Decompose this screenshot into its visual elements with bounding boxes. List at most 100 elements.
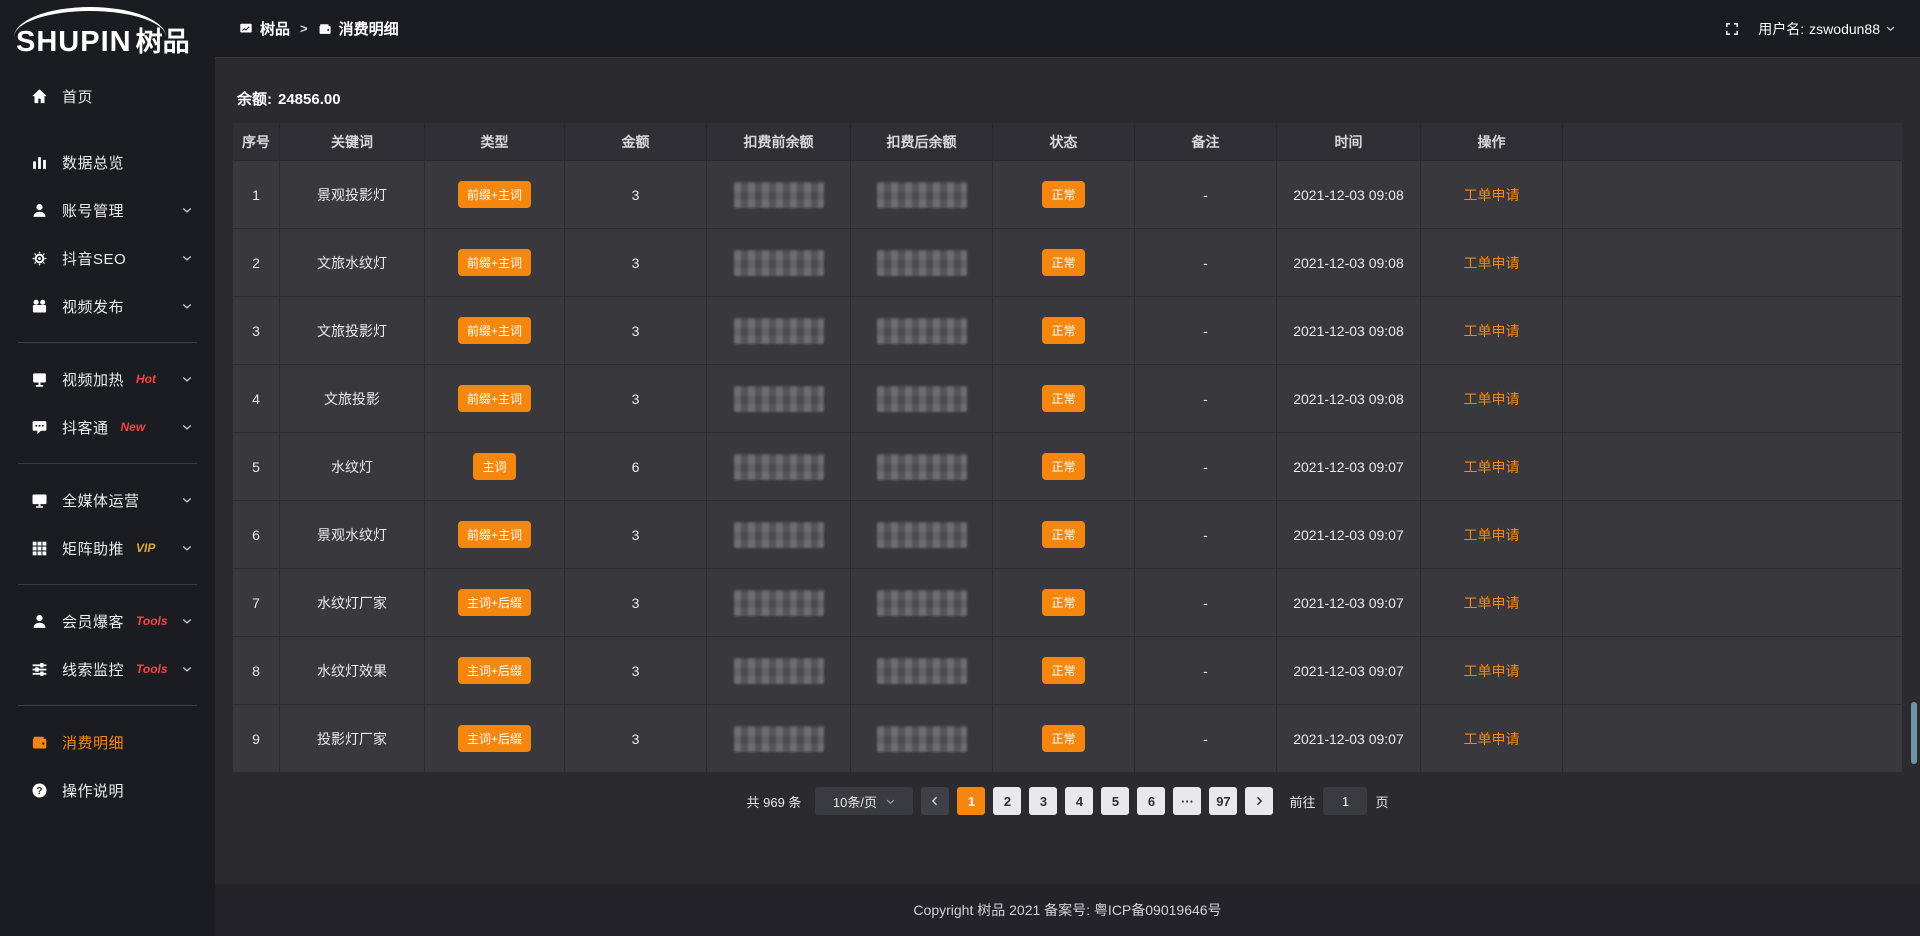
cell-time: 2021-12-03 09:08 [1277, 229, 1421, 297]
cell-amount: 6 [565, 433, 707, 501]
column-header: 时间 [1277, 123, 1421, 161]
cell-type: 前缀+主词 [425, 297, 565, 365]
sidebar-item-media-operation[interactable]: 全媒体运营 [0, 476, 215, 524]
type-badge: 前缀+主词 [458, 521, 531, 548]
wallet-icon [318, 22, 332, 36]
sidebar-item-home[interactable]: 首页 [0, 72, 215, 120]
work-order-link[interactable]: 工单申请 [1464, 389, 1520, 409]
cell-time: 2021-12-03 09:07 [1277, 705, 1421, 773]
column-header: 状态 [993, 123, 1135, 161]
sidebar-item-member-baoke[interactable]: 会员爆客 Tools [0, 597, 215, 645]
more-pages-button[interactable]: ··· [1173, 787, 1201, 815]
page-button[interactable]: 6 [1137, 787, 1165, 815]
work-order-link[interactable]: 工单申请 [1464, 321, 1520, 341]
divider [18, 584, 197, 585]
sidebar-item-matrix-boost[interactable]: 矩阵助推 VIP [0, 524, 215, 572]
work-order-link[interactable]: 工单申请 [1464, 525, 1520, 545]
cell-seq: 2 [233, 229, 280, 297]
chevron-down-icon [1885, 23, 1896, 34]
cell-status: 正常 [993, 365, 1135, 433]
chat-bubble-icon [30, 418, 48, 436]
cell-seq: 6 [233, 501, 280, 569]
status-badge: 正常 [1042, 589, 1084, 616]
video-camera-icon [30, 297, 48, 315]
redacted-value [734, 454, 824, 480]
sidebar-item-clue-monitor[interactable]: 线索监控 Tools [0, 645, 215, 693]
cell-action: 工单申请 [1421, 365, 1563, 433]
type-badge: 前缀+主词 [458, 317, 531, 344]
sidebar-item-label: 线索监控 [62, 659, 124, 680]
page-button[interactable]: 4 [1065, 787, 1093, 815]
topbar: 树品 > 消费明细 用户名: zswodun88 [215, 0, 1920, 58]
cell-status: 正常 [993, 569, 1135, 637]
work-order-link[interactable]: 工单申请 [1464, 457, 1520, 477]
monitor-icon [30, 491, 48, 509]
next-page-button[interactable] [1245, 787, 1273, 815]
goto-page-input[interactable] [1323, 787, 1367, 815]
status-badge: 正常 [1042, 725, 1084, 752]
sidebar-item-douketong[interactable]: 抖客通 New [0, 403, 215, 451]
page-button[interactable]: 3 [1029, 787, 1057, 815]
cell-balance-before [707, 161, 851, 229]
cell-time: 2021-12-03 09:08 [1277, 365, 1421, 433]
table-row: 9 投影灯厂家 主词+后缀 3 正常 - 2021-12-03 09:07 工单… [233, 705, 1902, 773]
page-size-select[interactable]: 10条/页 [815, 787, 913, 815]
brand-logo: SHUPIN树品 [0, 0, 215, 62]
cell-action: 工单申请 [1421, 161, 1563, 229]
sidebar-item-label: 矩阵助推 [62, 538, 124, 559]
chevron-down-icon [181, 615, 193, 627]
chevron-down-icon [181, 494, 193, 506]
chevron-down-icon [181, 373, 193, 385]
fullscreen-icon[interactable] [1724, 21, 1740, 37]
cell-remark: - [1135, 297, 1277, 365]
goto-label: 前往 [1289, 792, 1315, 811]
scrollbar-thumb[interactable] [1911, 702, 1917, 764]
page-button[interactable]: 5 [1101, 787, 1129, 815]
sidebar-item-account[interactable]: 账号管理 [0, 186, 215, 234]
redacted-value [877, 182, 967, 208]
page-button[interactable]: 1 [957, 787, 985, 815]
redacted-value [734, 726, 824, 752]
cell-remark: - [1135, 637, 1277, 705]
table-row: 4 文旅投影 前缀+主词 3 正常 - 2021-12-03 09:08 工单申… [233, 365, 1902, 433]
copyright-text: Copyright 树品 2021 备案号: 粤ICP备09019646号 [913, 900, 1221, 920]
cell-filler [1563, 705, 1902, 773]
cell-type: 前缀+主词 [425, 501, 565, 569]
breadcrumb-current[interactable]: 消费明细 [318, 18, 399, 39]
user-menu[interactable]: 用户名: zswodun88 [1758, 19, 1896, 39]
cell-balance-after [851, 297, 993, 365]
page-button[interactable]: 2 [993, 787, 1021, 815]
balance-value: 24856.00 [278, 91, 341, 108]
page-button[interactable]: 97 [1209, 787, 1237, 815]
cell-filler [1563, 161, 1902, 229]
status-badge: 正常 [1042, 181, 1084, 208]
cell-balance-after [851, 501, 993, 569]
sidebar-item-consumption-detail[interactable]: 消费明细 [0, 718, 215, 766]
work-order-link[interactable]: 工单申请 [1464, 593, 1520, 613]
cell-action: 工单申请 [1421, 569, 1563, 637]
sidebar-item-video-heat[interactable]: 视频加热 Hot [0, 355, 215, 403]
cell-action: 工单申请 [1421, 637, 1563, 705]
cell-type: 主词 [425, 433, 565, 501]
cell-time: 2021-12-03 09:08 [1277, 297, 1421, 365]
cell-balance-after [851, 569, 993, 637]
work-order-link[interactable]: 工单申请 [1464, 253, 1520, 273]
cell-remark: - [1135, 433, 1277, 501]
work-order-link[interactable]: 工单申请 [1464, 729, 1520, 749]
cell-balance-before [707, 705, 851, 773]
work-order-link[interactable]: 工单申请 [1464, 661, 1520, 681]
prev-page-button[interactable] [921, 787, 949, 815]
cell-filler [1563, 569, 1902, 637]
tools-tag: Tools [136, 614, 168, 628]
table-row: 3 文旅投影灯 前缀+主词 3 正常 - 2021-12-03 09:08 工单… [233, 297, 1902, 365]
table-header-row: 序号 关键词 类型 金额 扣费前余额 扣费后余额 状态 备注 时间 操作 [233, 123, 1902, 161]
sidebar-item-data-overview[interactable]: 数据总览 [0, 138, 215, 186]
question-icon: ? [30, 781, 48, 799]
sidebar-item-douyin-seo[interactable]: 抖音SEO [0, 234, 215, 282]
sidebar-item-video-publish[interactable]: 视频发布 [0, 282, 215, 330]
cell-balance-before [707, 501, 851, 569]
sidebar-item-label: 抖音SEO [62, 248, 126, 269]
breadcrumb-home[interactable]: 树品 [239, 18, 290, 39]
sidebar-item-instructions[interactable]: ? 操作说明 [0, 766, 215, 814]
work-order-link[interactable]: 工单申请 [1464, 185, 1520, 205]
